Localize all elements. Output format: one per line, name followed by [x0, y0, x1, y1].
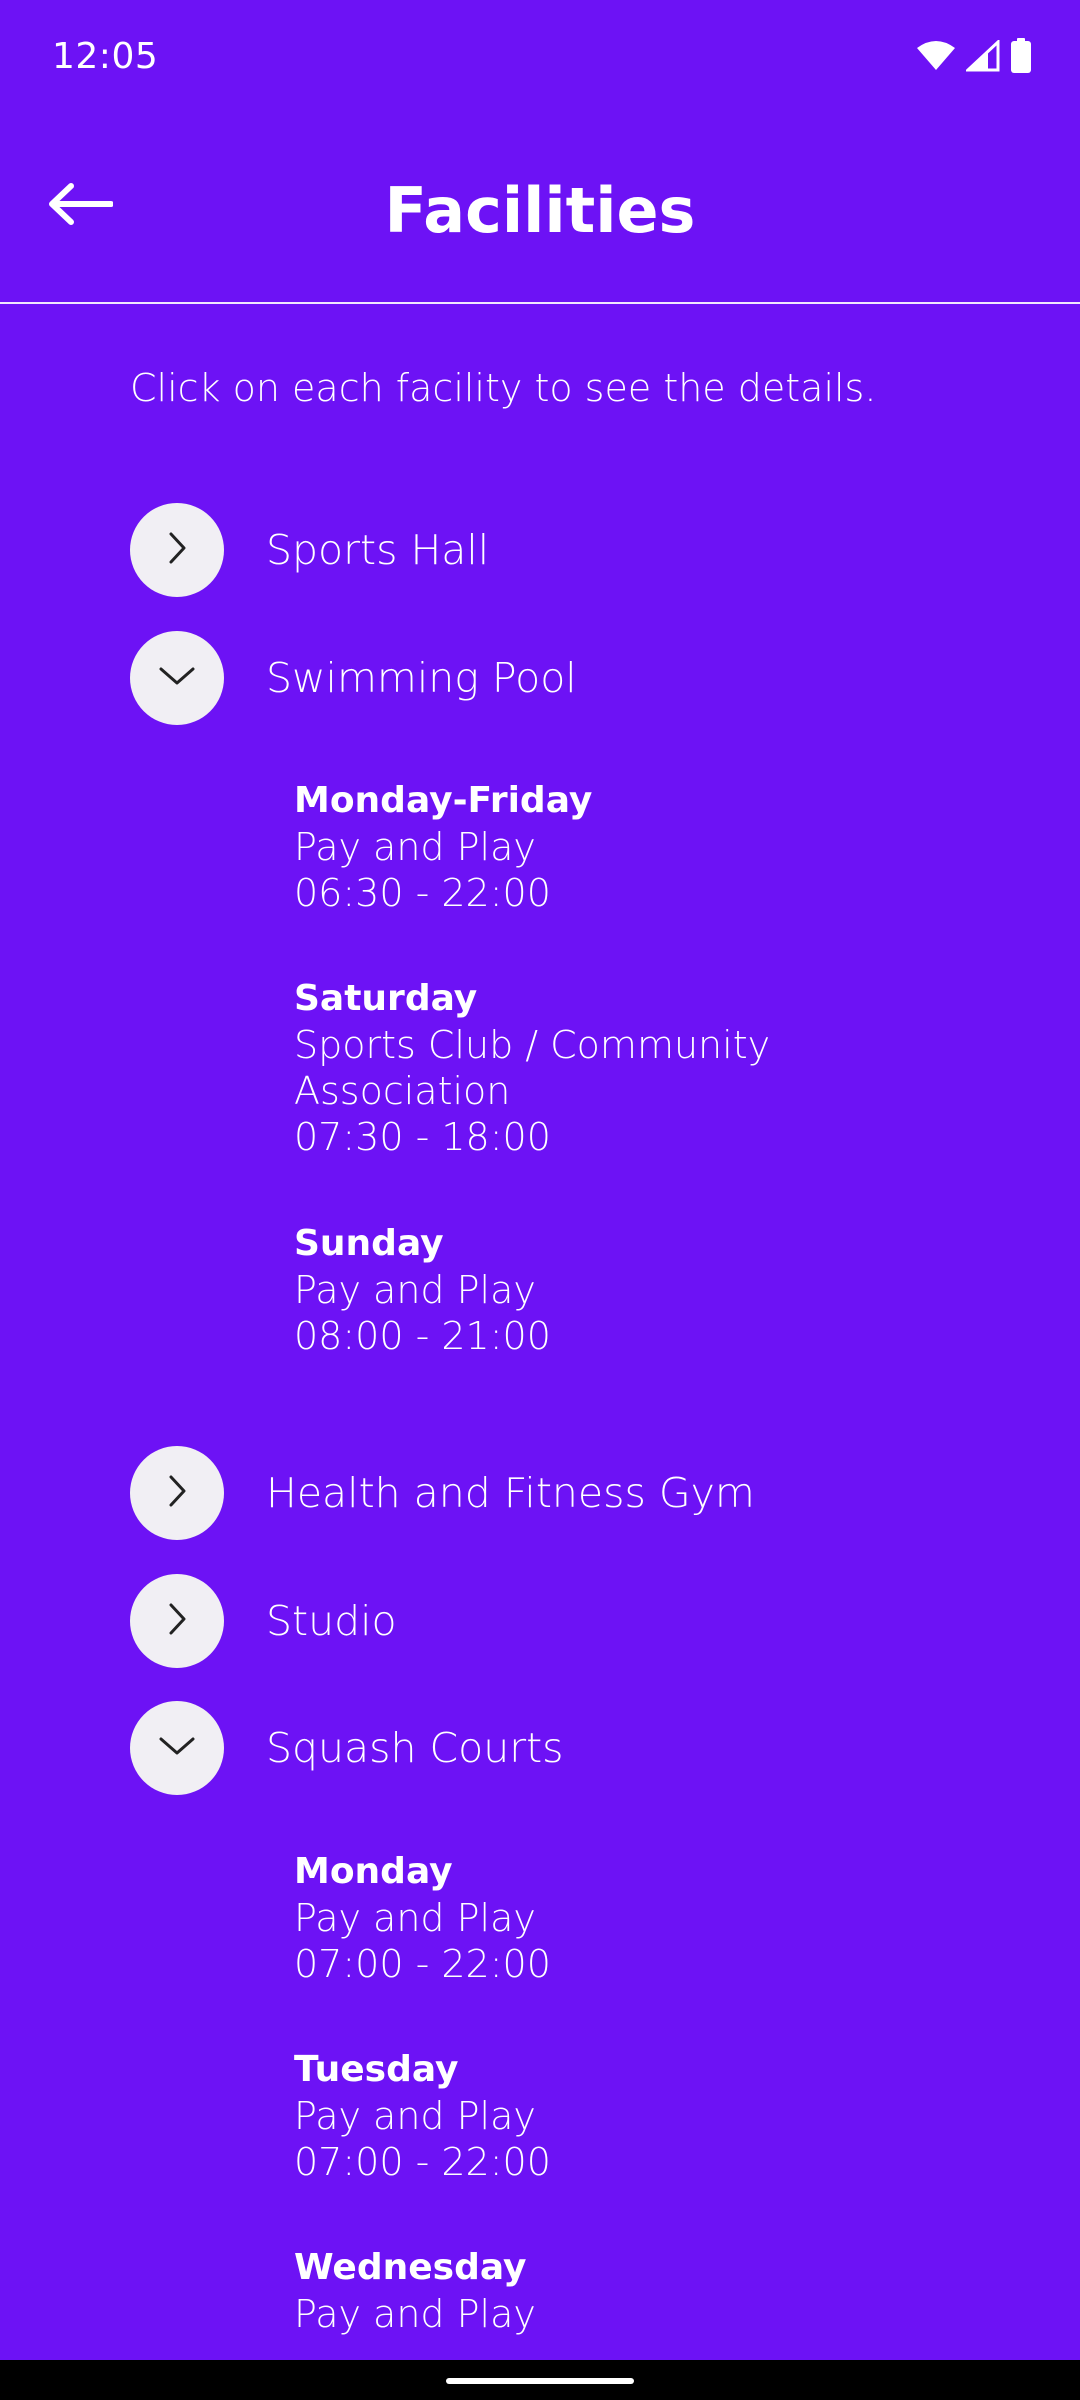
- chevron-right-icon: [162, 530, 192, 570]
- facility-swimming-pool[interactable]: Swimming Pool: [130, 631, 1030, 725]
- schedule-line: Pay and Play: [294, 1268, 536, 1312]
- cell-signal-icon: [964, 38, 1000, 76]
- schedule-hours: 07:00 - 22:00: [294, 2140, 551, 2184]
- schedule-entry: Tuesday Pay and Play 07:00 - 22:00: [294, 2047, 934, 2185]
- schedule-day: Wednesday: [294, 2247, 527, 2288]
- schedule-hours: 08:00 - 21:00: [294, 1314, 551, 1358]
- schedule-line: Pay and Play: [294, 2094, 536, 2138]
- facility-sports-hall[interactable]: Sports Hall: [130, 503, 1030, 597]
- page-title: Facilities: [384, 174, 696, 247]
- expand-toggle[interactable]: [130, 503, 224, 597]
- facility-label: Studio: [266, 1597, 397, 1645]
- chevron-right-icon: [162, 1473, 192, 1513]
- facility-label: Squash Courts: [266, 1724, 564, 1772]
- facility-label: Health and Fitness Gym: [266, 1469, 755, 1517]
- wifi-icon: [916, 40, 956, 76]
- schedule-hours: 06:30 - 22:00: [294, 871, 551, 915]
- schedule-line: Pay and Play: [294, 825, 536, 869]
- schedule-day: Monday: [294, 1851, 453, 1892]
- system-nav-bar: [0, 2360, 1080, 2400]
- status-time: 12:05: [52, 36, 159, 77]
- expand-toggle[interactable]: [130, 1574, 224, 1668]
- schedule-line: Association: [294, 1069, 511, 1113]
- battery-icon: [1010, 38, 1032, 78]
- facility-health-and-fitness-gym[interactable]: Health and Fitness Gym: [130, 1446, 1030, 1540]
- schedule-entry: Wednesday Pay and Play: [294, 2245, 934, 2337]
- schedule-day: Tuesday: [294, 2049, 459, 2090]
- facility-studio[interactable]: Studio: [130, 1574, 1030, 1668]
- intro-text: Click on each facility to see the detail…: [130, 366, 877, 410]
- collapse-toggle[interactable]: [130, 631, 224, 725]
- status-icons: [916, 38, 1032, 78]
- chevron-down-icon: [157, 661, 197, 695]
- schedule-hours: 07:30 - 18:00: [294, 1115, 551, 1159]
- schedule-entry: Sunday Pay and Play 08:00 - 21:00: [294, 1221, 934, 1359]
- schedule-day: Monday-Friday: [294, 780, 593, 821]
- schedule-entry: Monday Pay and Play 07:00 - 22:00: [294, 1849, 934, 1987]
- facility-squash-courts[interactable]: Squash Courts: [130, 1701, 1030, 1795]
- schedule-line: Pay and Play: [294, 1896, 536, 1940]
- status-bar: 12:05: [0, 0, 1080, 118]
- collapse-toggle[interactable]: [130, 1701, 224, 1795]
- chevron-right-icon: [162, 1601, 192, 1641]
- schedule-entry: Monday-Friday Pay and Play 06:30 - 22:00: [294, 778, 934, 916]
- schedule-line: Pay and Play: [294, 2292, 536, 2336]
- facility-label: Swimming Pool: [266, 654, 577, 702]
- schedule-entry: Saturday Sports Club / Community Associa…: [294, 976, 934, 1160]
- home-gesture-handle[interactable]: [446, 2378, 634, 2384]
- app-bar: Facilities: [0, 118, 1080, 304]
- expand-toggle[interactable]: [130, 1446, 224, 1540]
- facility-label: Sports Hall: [266, 526, 490, 574]
- schedule-day: Saturday: [294, 978, 478, 1019]
- schedule-hours: 07:00 - 22:00: [294, 1942, 551, 1986]
- chevron-down-icon: [157, 1731, 197, 1765]
- schedule-line: Sports Club / Community: [294, 1023, 771, 1067]
- schedule-day: Sunday: [294, 1223, 444, 1264]
